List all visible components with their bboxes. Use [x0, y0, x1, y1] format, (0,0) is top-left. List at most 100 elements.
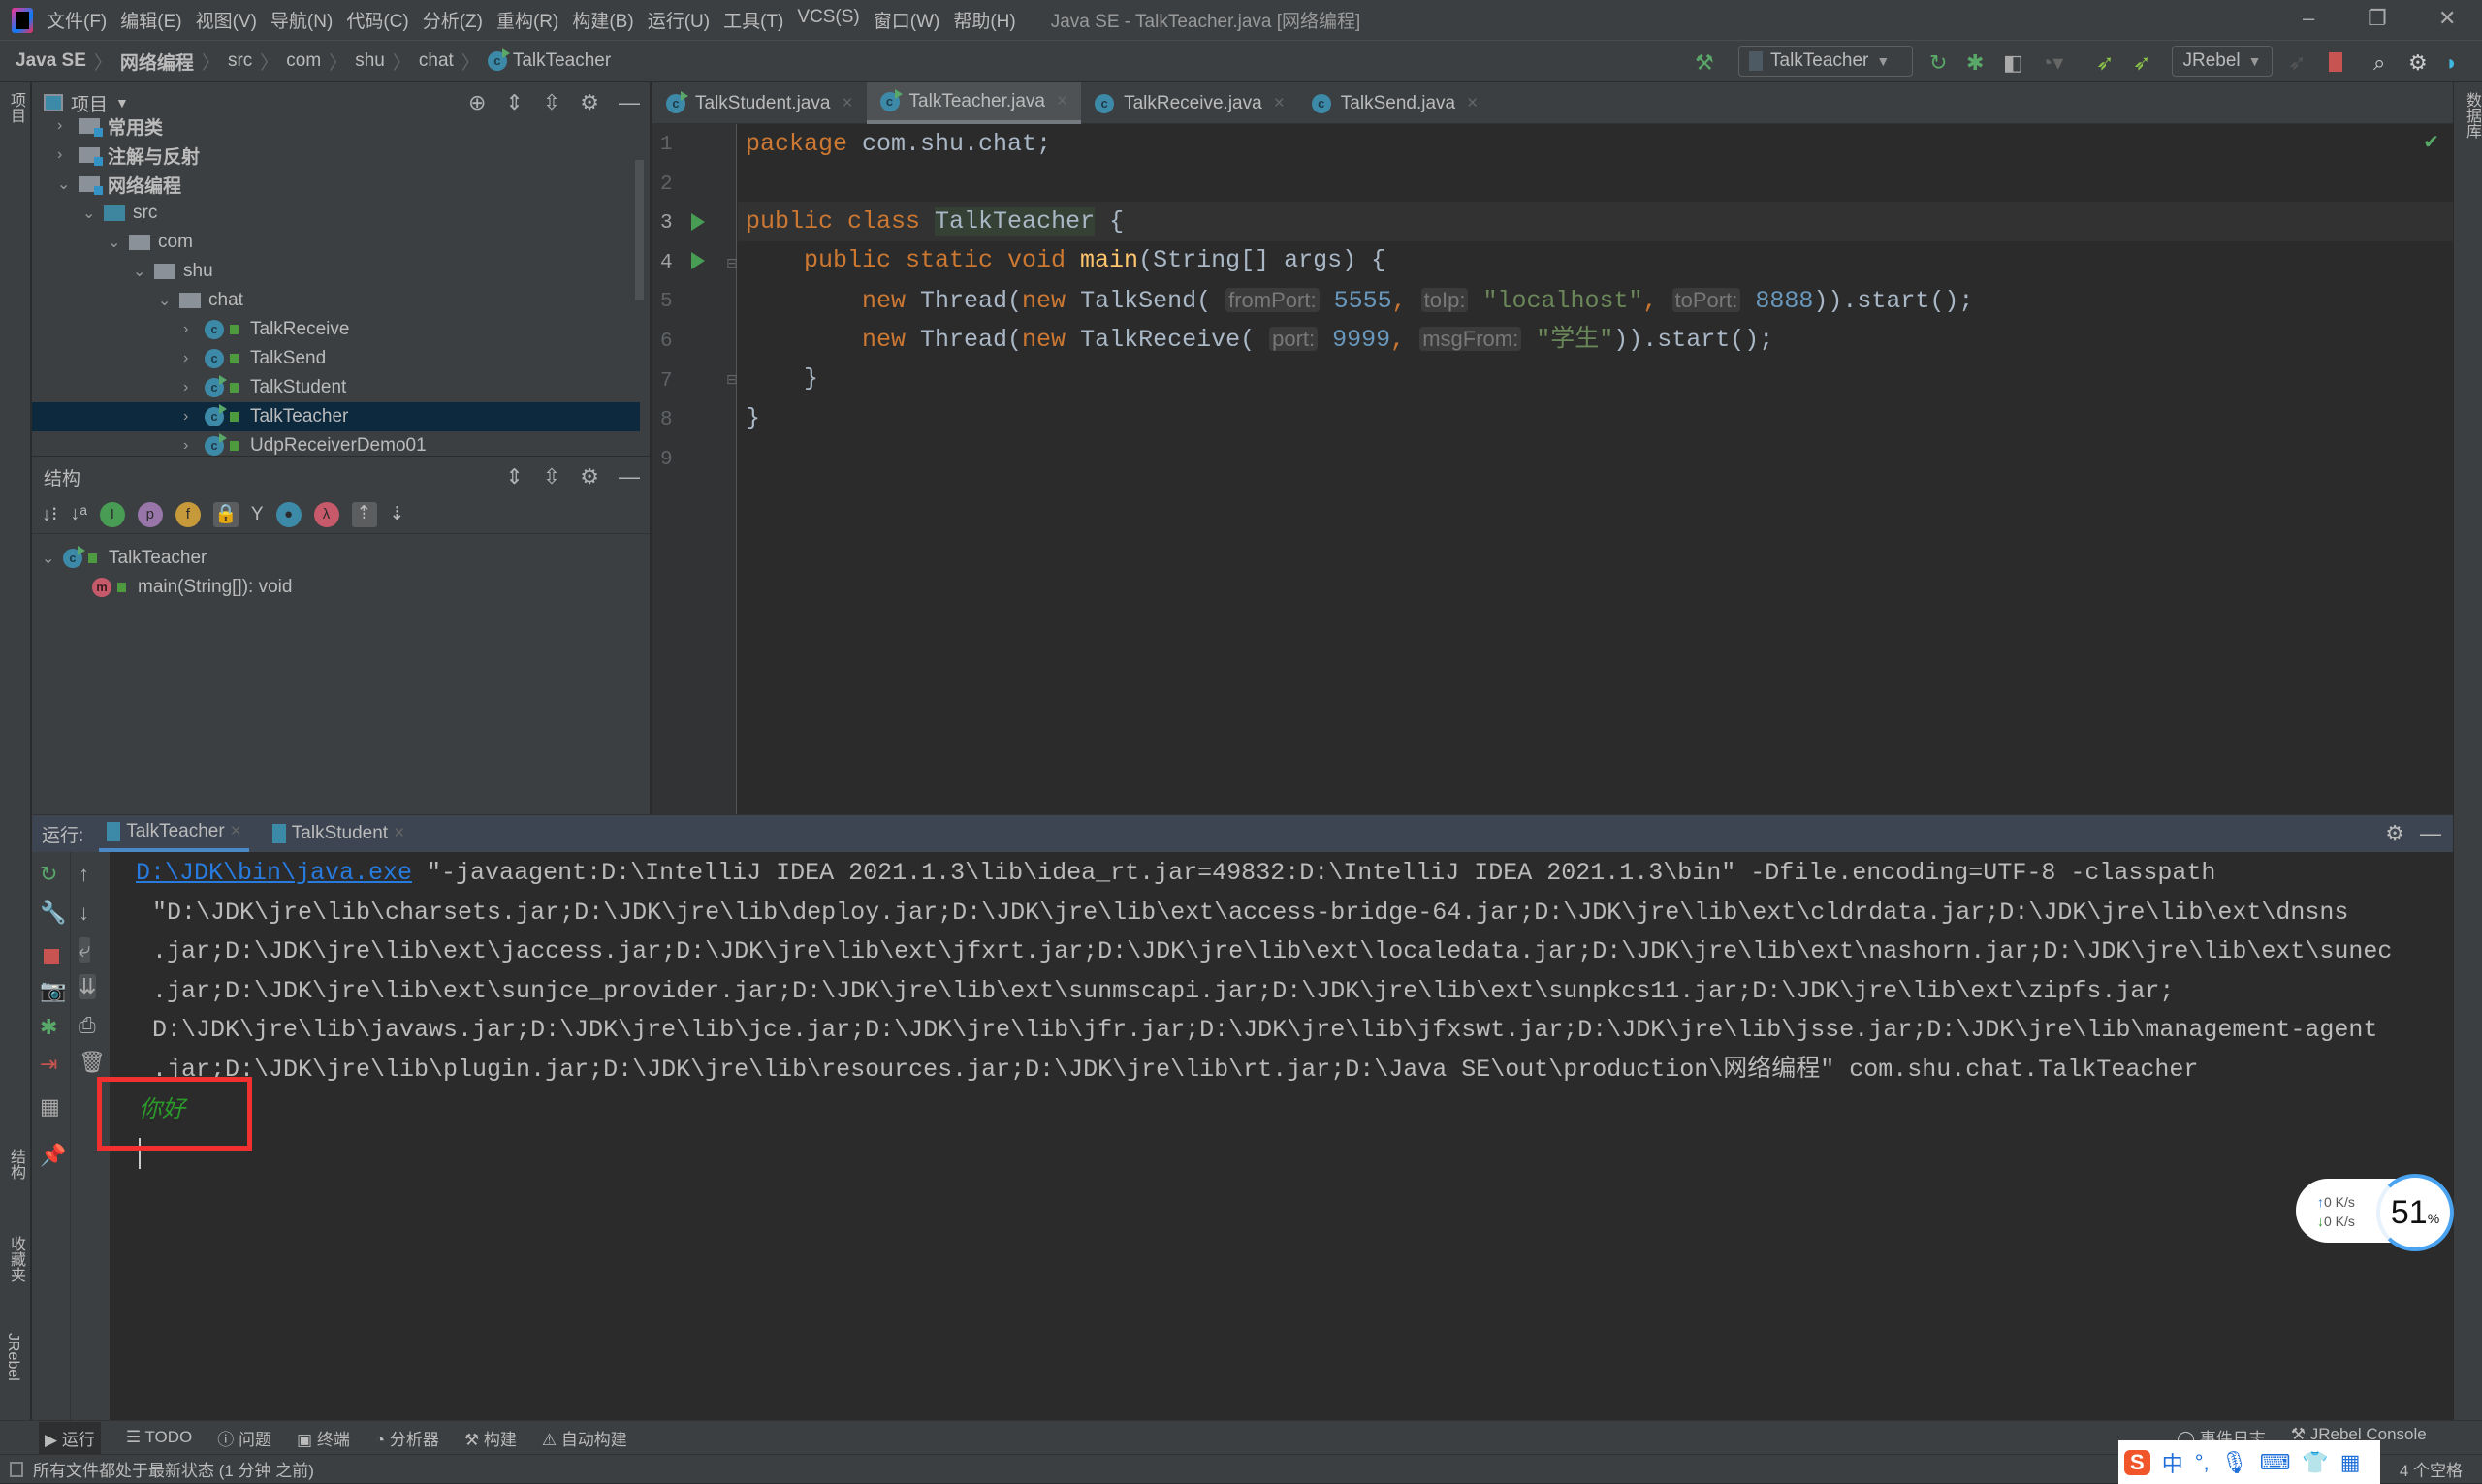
attach-icon[interactable]: ➶	[2288, 50, 2306, 76]
menu-item[interactable]: 工具(T)	[723, 7, 783, 33]
chevron-down-icon[interactable]: ⌄	[82, 204, 104, 223]
close-icon[interactable]: ×	[842, 93, 852, 114]
expand-all-icon[interactable]: ⇕	[505, 464, 523, 489]
close-icon[interactable]: ×	[1467, 93, 1478, 114]
code-editor[interactable]: package com.shu.chat; public class TalkT…	[738, 124, 2453, 814]
minimize-icon[interactable]: –	[2303, 6, 2314, 31]
debug-icon[interactable]: ✱	[40, 1015, 57, 1040]
close-icon[interactable]: ×	[1057, 91, 1067, 112]
rerun-icon[interactable]: ↻	[40, 862, 57, 887]
tool-window-jrebel[interactable]: JRebel	[4, 1333, 21, 1381]
menu-item[interactable]: VCS(S)	[797, 7, 859, 33]
lambda-icon[interactable]: λ	[313, 501, 339, 527]
chevron-down-icon[interactable]: ▼	[115, 95, 129, 111]
run-tab-talkstudent[interactable]: TalkStudent ×	[265, 815, 412, 852]
debug-icon[interactable]: ✱	[1966, 50, 1984, 76]
run-main-icon[interactable]	[691, 252, 705, 269]
settings-gear-icon[interactable]: ⚙	[580, 464, 599, 489]
editor-tab[interactable]: c TalkReceive.java ×	[1081, 82, 1298, 124]
profile-icon[interactable]: ◔▾	[2040, 50, 2063, 76]
bottom-tool-button[interactable]: ⚠ 自动构建	[542, 1426, 627, 1450]
menu-item[interactable]: 运行(U)	[648, 7, 710, 33]
scroll-to-end-icon[interactable]: ⇊	[79, 974, 97, 999]
tree-item[interactable]: ⌄ chat	[32, 286, 640, 315]
sort-visibility-icon[interactable]: ↓⁝	[42, 502, 57, 526]
layout-icon[interactable]: ▦	[40, 1094, 60, 1120]
crumb-project[interactable]: Java SE	[16, 50, 86, 72]
crumb-chat[interactable]: chat	[419, 50, 454, 72]
menu-item[interactable]: 分析(Z)	[423, 7, 483, 33]
rerun-icon[interactable]: ↻	[1929, 50, 1947, 76]
clear-trash-icon[interactable]: 🗑	[79, 1050, 106, 1075]
plugin-icon[interactable]: ◗	[2445, 50, 2458, 76]
tree-item[interactable]: › 常用类	[32, 111, 640, 141]
tree-item[interactable]: › c TalkReceive	[32, 315, 640, 344]
editor-tab[interactable]: c TalkSend.java ×	[1298, 82, 1491, 124]
tree-item[interactable]: ⌄ 网络编程	[32, 170, 640, 199]
menu-item[interactable]: 导航(N)	[270, 7, 333, 33]
crumb-com[interactable]: com	[286, 50, 321, 72]
tree-item[interactable]: ⌄ com	[32, 228, 640, 257]
chevron-down-icon[interactable]: ⌄	[158, 291, 179, 310]
chevron-right-icon[interactable]: ›	[183, 379, 205, 396]
indent-status[interactable]: 4 个空格	[2400, 1457, 2463, 1481]
menu-item[interactable]: 视图(V)	[196, 7, 257, 33]
sort-alpha-icon[interactable]: ↓ᵃ	[70, 503, 86, 525]
restore-icon[interactable]: ❐	[2368, 6, 2387, 31]
scrollbar[interactable]	[635, 160, 644, 300]
search-icon[interactable]: ⌕	[2373, 50, 2385, 76]
bottom-tool-button[interactable]: ▣ 终端	[297, 1426, 350, 1450]
hide-icon[interactable]: —	[2420, 821, 2441, 846]
editor-tab[interactable]: c TalkTeacher.java ×	[866, 82, 1082, 124]
lambda-split-icon[interactable]: Y	[251, 504, 264, 525]
bottom-tool-button[interactable]: ◔ 分析器	[375, 1426, 439, 1450]
inherited-icon[interactable]: I	[99, 501, 125, 527]
close-icon[interactable]: ×	[231, 821, 241, 842]
bottom-tool-button[interactable]: ☰ TODO	[126, 1428, 192, 1447]
chevron-right-icon[interactable]: ›	[183, 350, 205, 367]
crumb-shu[interactable]: shu	[355, 50, 385, 72]
chevron-down-icon[interactable]: ⌄	[108, 233, 129, 252]
autoscroll-from-source-icon[interactable]: ⇣	[390, 503, 405, 525]
tree-item[interactable]: ⌄ shu	[32, 257, 640, 286]
ime-toolbar[interactable]: S 中 °, 🎙 ⌨ 👕 ▦	[2118, 1440, 2380, 1484]
hide-icon[interactable]: —	[619, 464, 640, 489]
collapse-all-icon[interactable]: ⇳	[543, 464, 560, 489]
jrebel-run-icon[interactable]: ➶	[2096, 50, 2114, 76]
chevron-right-icon[interactable]: ›	[183, 408, 205, 426]
chevron-right-icon[interactable]: ›	[57, 146, 79, 164]
menu-item[interactable]: 文件(F)	[47, 7, 107, 33]
run-class-icon[interactable]	[691, 213, 705, 231]
tree-item[interactable]: › 注解与反射	[32, 141, 640, 170]
chevron-down-icon[interactable]: ⌄	[57, 174, 79, 194]
chevron-down-icon[interactable]: ⌄	[133, 262, 154, 281]
chevron-right-icon[interactable]: ›	[183, 437, 205, 455]
close-icon[interactable]: ×	[1274, 93, 1285, 114]
stop-icon[interactable]	[44, 949, 59, 964]
tool-window-structure[interactable]: 结构	[4, 1149, 27, 1180]
coverage-icon[interactable]: ◧	[2003, 50, 2023, 76]
print-icon[interactable]: ⎙	[79, 1013, 96, 1038]
run-tab-talkteacher[interactable]: TalkTeacher ×	[99, 815, 249, 852]
menu-item[interactable]: 窗口(W)	[874, 7, 940, 33]
structure-class-row[interactable]: ⌄ c TalkTeacher	[42, 544, 207, 573]
fold-icon[interactable]: ⊟	[726, 255, 738, 271]
jrebel-dropdown[interactable]: JRebel ▼	[2172, 46, 2273, 77]
bottom-tool-button[interactable]: ▶ 运行	[39, 1421, 101, 1454]
up-arrow-icon[interactable]: ↑	[79, 862, 89, 887]
tree-item[interactable]: › c TalkSend	[32, 344, 640, 373]
bottom-tool-button[interactable]: ⚒ 构建	[464, 1426, 517, 1450]
settings-gear-icon[interactable]: ⚙	[2385, 821, 2404, 846]
close-icon[interactable]: ×	[394, 823, 404, 844]
java-exe-link[interactable]: D:\JDK\bin\java.exe	[136, 859, 412, 887]
tree-item[interactable]: › c UdpReceiverDemo01	[32, 431, 640, 456]
menu-item[interactable]: 重构(R)	[496, 7, 558, 33]
tree-item[interactable]: › c TalkTeacher	[32, 402, 640, 431]
anonymous-icon[interactable]: ●	[275, 501, 302, 527]
editor-tab[interactable]: c TalkStudent.java ×	[652, 82, 867, 124]
menu-item[interactable]: 代码(C)	[346, 7, 408, 33]
down-arrow-icon[interactable]: ↓	[79, 900, 89, 926]
crumb-class[interactable]: TalkTeacher	[513, 50, 611, 72]
tree-item[interactable]: ⌄ src	[32, 199, 640, 228]
menu-item[interactable]: 编辑(E)	[120, 7, 181, 33]
